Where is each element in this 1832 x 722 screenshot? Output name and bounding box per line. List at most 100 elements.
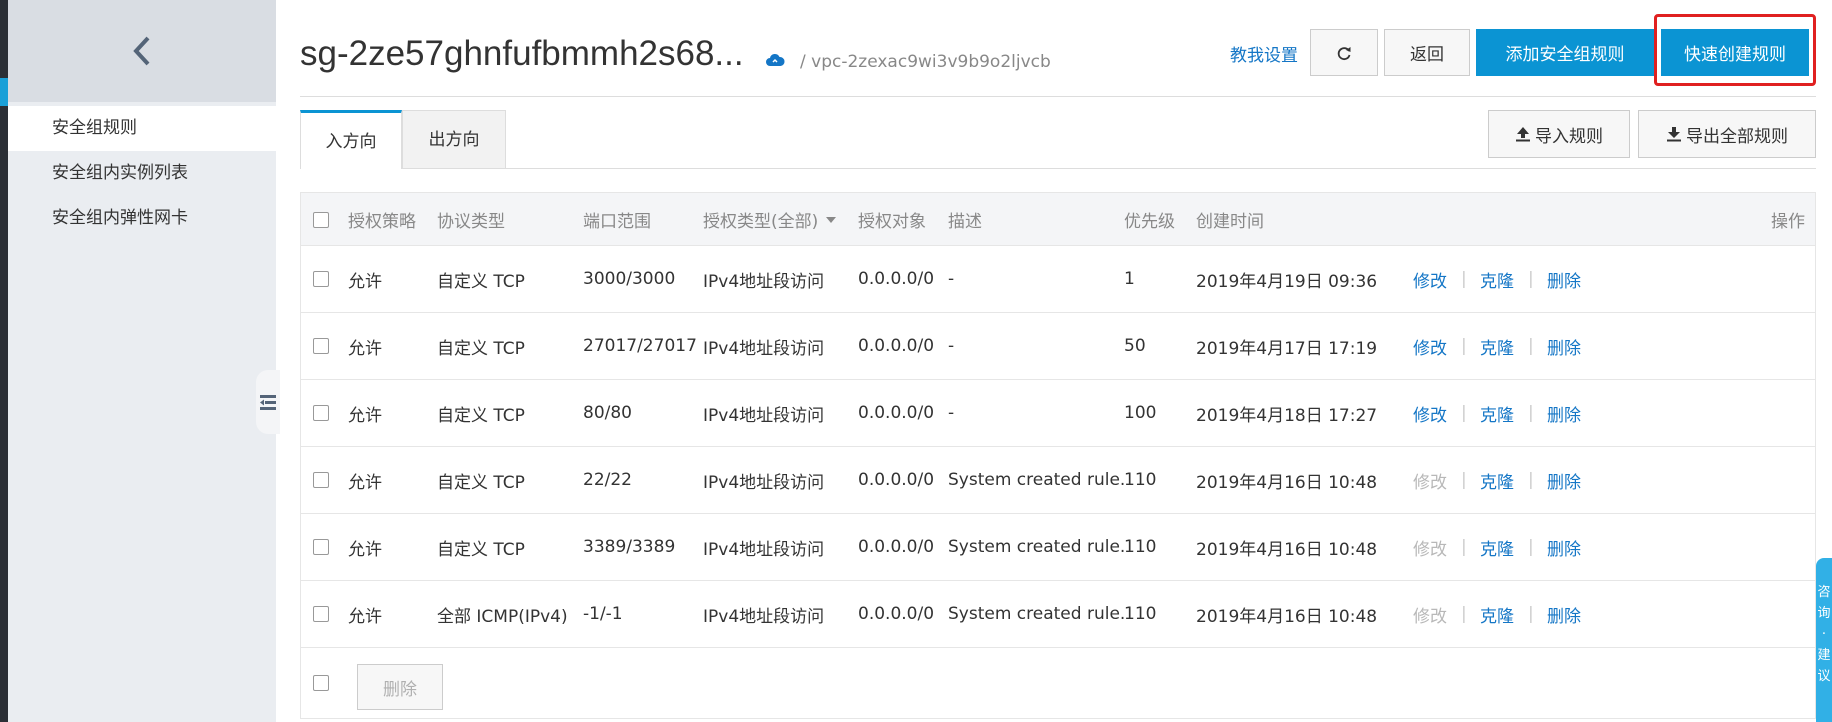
clone-link[interactable]: 克隆	[1480, 447, 1514, 513]
cell-object: 0.0.0.0/0	[858, 470, 935, 490]
cell-priority: 1	[1124, 269, 1135, 289]
action-separator: |	[1461, 537, 1467, 557]
batch-delete-button[interactable]: 删除	[357, 664, 443, 710]
import-rules-label: 导入规则	[1535, 126, 1603, 147]
col-auth-type-filter[interactable]: 授权类型(全部)	[703, 193, 837, 246]
footer-select-checkbox[interactable]	[313, 675, 329, 691]
delete-link-label: 删除	[1547, 539, 1581, 560]
cell-auth-type: IPv4地址段访问	[703, 606, 825, 627]
action-separator: |	[1528, 537, 1534, 557]
edit-link[interactable]: 修改	[1413, 246, 1447, 312]
cell-protocol: 自定义 TCP	[437, 338, 525, 359]
import-rules-button[interactable]: 导入规则	[1488, 110, 1630, 158]
sidebar-item-eni[interactable]: 安全组内弹性网卡	[8, 196, 276, 241]
row-checkbox[interactable]	[313, 606, 329, 622]
table-row: 允许 自定义 TCP 80/80 IPv4地址段访问 0.0.0.0/0- 100 2019…	[301, 380, 1815, 447]
cell-protocol: 全部 ICMP(IPv4)	[437, 606, 568, 627]
table-row: 允许 自定义 TCP 27017/27017 IPv4地址段访问 0.0.0.0/0- 5…	[301, 313, 1815, 380]
row-checkbox[interactable]	[313, 472, 329, 488]
col-object: 授权对象	[858, 212, 926, 232]
cell-auth-type: IPv4地址段访问	[703, 338, 825, 359]
cloud-icon[interactable]	[765, 52, 785, 68]
back-arrow-button[interactable]	[8, 0, 276, 102]
clone-link[interactable]: 克隆	[1480, 581, 1514, 647]
collapse-menu-icon	[260, 395, 276, 410]
action-separator: |	[1461, 269, 1467, 289]
col-desc: 描述	[948, 212, 982, 232]
export-all-rules-button[interactable]: 导出全部规则	[1638, 110, 1816, 158]
clone-link[interactable]: 克隆	[1480, 246, 1514, 312]
delete-link[interactable]: 删除	[1547, 313, 1581, 379]
clone-link[interactable]: 克隆	[1480, 380, 1514, 446]
cell-policy: 允许	[348, 472, 382, 493]
cell-policy: 允许	[348, 405, 382, 426]
tab-divider	[506, 168, 1816, 169]
tab-outbound[interactable]: 出方向	[402, 110, 506, 169]
cell-desc: -	[948, 336, 955, 356]
table-row: 允许 自定义 TCP 22/22 IPv4地址段访问 0.0.0.0/0 System c…	[301, 447, 1815, 514]
row-checkbox[interactable]	[313, 271, 329, 287]
cell-object: 0.0.0.0/0	[858, 269, 935, 289]
cell-created: 2019年4月16日 10:48	[1196, 472, 1378, 493]
delete-link[interactable]: 删除	[1547, 447, 1581, 513]
action-separator: |	[1528, 604, 1534, 624]
clone-link[interactable]: 克隆	[1480, 313, 1514, 379]
cell-desc: -	[948, 403, 955, 423]
row-checkbox[interactable]	[313, 539, 329, 555]
cell-desc: System created rule.	[948, 537, 1126, 557]
clone-link-label: 克隆	[1480, 472, 1514, 493]
cell-port: 3000/3000	[583, 269, 676, 289]
table-row: 允许 全部 ICMP(IPv4) -1/-1 IPv4地址段访问 0.0.0.0/0 Sy…	[301, 581, 1815, 648]
cell-desc: -	[948, 269, 955, 289]
edit-link: 修改	[1413, 581, 1447, 647]
cell-auth-type: IPv4地址段访问	[703, 271, 825, 292]
refresh-button[interactable]	[1310, 29, 1378, 76]
global-nav-bar	[0, 0, 8, 722]
delete-link[interactable]: 删除	[1547, 581, 1581, 647]
delete-link[interactable]: 删除	[1547, 514, 1581, 580]
col-protocol: 协议类型	[437, 212, 505, 232]
cell-created: 2019年4月16日 10:48	[1196, 539, 1378, 560]
col-created: 创建时间	[1196, 212, 1264, 232]
caret-down-icon	[826, 216, 837, 223]
highlight-box	[1654, 14, 1816, 86]
sidebar-item-instances[interactable]: 安全组内实例列表	[8, 151, 276, 196]
rules-table: 授权策略 协议类型 端口范围 授权类型(全部) 授权对象 描述 优先级 创建时间…	[300, 192, 1816, 719]
edit-link[interactable]: 修改	[1413, 380, 1447, 446]
back-button[interactable]: 返回	[1384, 29, 1470, 76]
delete-link[interactable]: 删除	[1547, 246, 1581, 312]
upload-icon	[1516, 127, 1530, 142]
clone-link-label: 克隆	[1480, 338, 1514, 359]
cell-protocol: 自定义 TCP	[437, 271, 525, 292]
row-checkbox[interactable]	[313, 405, 329, 421]
cell-port: 80/80	[583, 403, 632, 423]
delete-link-label: 删除	[1547, 338, 1581, 359]
edit-link[interactable]: 修改	[1413, 313, 1447, 379]
sidebar-item-rules[interactable]: 安全组规则	[8, 106, 276, 151]
edit-link-label: 修改	[1413, 472, 1447, 493]
delete-link-label: 删除	[1547, 606, 1581, 627]
cell-protocol: 自定义 TCP	[437, 405, 525, 426]
consult-feedback-tab[interactable]: 咨询·建议	[1816, 558, 1832, 722]
tab-inbound[interactable]: 入方向	[300, 110, 402, 169]
teach-me-link[interactable]: 教我设置	[1230, 41, 1298, 66]
cell-desc: System created rule.	[948, 604, 1126, 624]
cell-object: 0.0.0.0/0	[858, 604, 935, 624]
cell-priority: 110	[1124, 470, 1157, 490]
select-all-checkbox[interactable]	[313, 211, 329, 228]
collapse-sidebar-button[interactable]	[256, 370, 280, 434]
cell-port: 27017/27017	[583, 336, 697, 356]
action-separator: |	[1461, 604, 1467, 624]
cell-auth-type: IPv4地址段访问	[703, 405, 825, 426]
delete-link[interactable]: 删除	[1547, 380, 1581, 446]
action-separator: |	[1461, 336, 1467, 356]
table-row: 允许 自定义 TCP 3389/3389 IPv4地址段访问 0.0.0.0/0 Syst…	[301, 514, 1815, 581]
col-priority: 优先级	[1124, 212, 1175, 232]
select-all-checkbox-cell	[313, 193, 329, 246]
add-rule-button[interactable]: 添加安全组规则	[1476, 29, 1654, 76]
row-checkbox-cell	[313, 246, 329, 312]
table-footer: 删除	[301, 648, 1815, 718]
row-checkbox[interactable]	[313, 338, 329, 354]
cell-port: 3389/3389	[583, 537, 676, 557]
clone-link[interactable]: 克隆	[1480, 514, 1514, 580]
